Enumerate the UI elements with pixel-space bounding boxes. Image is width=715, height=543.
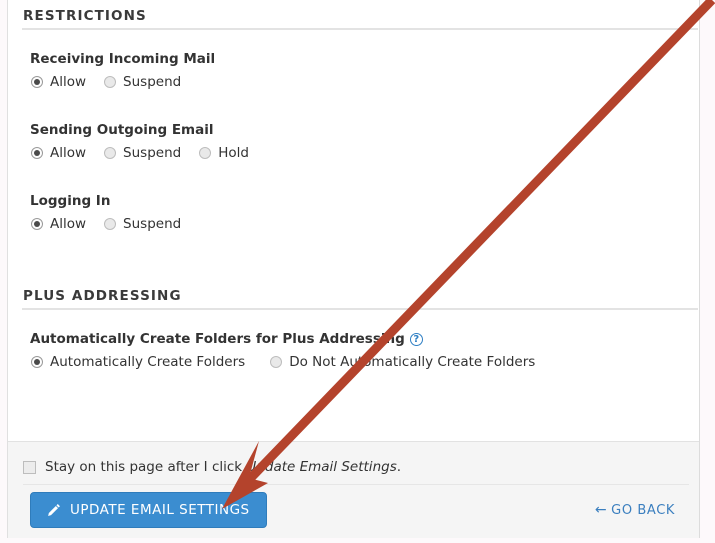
stay-on-page-checkbox-row[interactable]: Stay on this page after I click Update E… <box>23 459 401 475</box>
update-email-settings-button-label: UPDATE EMAIL SETTINGS <box>70 502 250 518</box>
section-title-restrictions: RESTRICTIONS <box>23 8 147 24</box>
radio-icon-receiving-suspend[interactable] <box>104 76 117 88</box>
stay-on-page-emphasis: Update Email Settings <box>246 459 397 475</box>
radio-option-auto-create-folders[interactable]: Automatically Create Folders <box>31 354 245 370</box>
update-email-settings-button[interactable]: UPDATE EMAIL SETTINGS <box>30 492 267 528</box>
radio-icon-do-not-auto-create-folders[interactable] <box>270 356 283 368</box>
field-label-logging-in: Logging In <box>30 193 111 209</box>
radio-group-plus-addressing: Automatically Create Folders Do Not Auto… <box>31 354 553 370</box>
radio-option-sending-hold[interactable]: Hold <box>199 145 249 161</box>
stay-on-page-text-before: Stay on this page after I click <box>45 459 247 475</box>
stay-on-page-text-after: . <box>396 459 402 475</box>
radio-label-receiving-suspend: Suspend <box>123 74 182 90</box>
radio-option-sending-allow[interactable]: Allow <box>31 145 86 161</box>
radio-icon-sending-hold[interactable] <box>199 147 212 159</box>
radio-label-receiving-allow: Allow <box>50 74 87 90</box>
field-label-sending-outgoing-email: Sending Outgoing Email <box>30 122 214 138</box>
stay-on-page-checkbox[interactable] <box>23 460 36 474</box>
radio-group-logging-in: Allow Suspend <box>31 216 199 232</box>
radio-icon-receiving-allow[interactable] <box>31 76 43 88</box>
pencil-icon <box>47 503 61 517</box>
radio-label-logging-suspend: Suspend <box>123 216 182 232</box>
field-label-receiving-incoming-mail: Receiving Incoming Mail <box>30 51 216 67</box>
radio-option-receiving-suspend[interactable]: Suspend <box>104 74 181 90</box>
radio-icon-logging-allow[interactable] <box>31 218 43 230</box>
section-divider-plus-addressing <box>22 308 698 310</box>
field-label-auto-create-folders: Automatically Create Folders for Plus Ad… <box>30 331 423 347</box>
radio-label-auto-create-folders: Automatically Create Folders <box>50 354 246 370</box>
radio-label-sending-suspend: Suspend <box>123 145 182 161</box>
email-settings-panel: RESTRICTIONS Receiving Incoming Mail All… <box>7 0 700 538</box>
footer-divider <box>23 484 689 485</box>
panel-body: RESTRICTIONS Receiving Incoming Mail All… <box>8 0 699 441</box>
arrow-left-icon: ← <box>594 502 608 518</box>
go-back-label: GO BACK <box>611 503 675 518</box>
radio-label-do-not-auto-create-folders: Do Not Automatically Create Folders <box>289 354 536 370</box>
radio-label-logging-allow: Allow <box>50 216 87 232</box>
radio-option-logging-suspend[interactable]: Suspend <box>104 216 181 232</box>
help-icon[interactable]: ? <box>409 333 423 346</box>
radio-icon-sending-suspend[interactable] <box>104 147 117 159</box>
radio-icon-logging-suspend[interactable] <box>104 218 117 230</box>
radio-option-logging-allow[interactable]: Allow <box>31 216 86 232</box>
radio-icon-sending-allow[interactable] <box>31 147 43 159</box>
section-divider-restrictions <box>22 28 698 30</box>
radio-option-sending-suspend[interactable]: Suspend <box>104 145 181 161</box>
radio-label-sending-allow: Allow <box>50 145 87 161</box>
radio-group-receiving-incoming-mail: Allow Suspend <box>31 74 199 90</box>
radio-option-receiving-allow[interactable]: Allow <box>31 74 86 90</box>
radio-option-do-not-auto-create-folders[interactable]: Do Not Automatically Create Folders <box>270 354 535 370</box>
radio-group-sending-outgoing-email: Allow Suspend Hold <box>31 145 267 161</box>
stay-on-page-label: Stay on this page after I click Update E… <box>45 459 401 475</box>
go-back-link[interactable]: ← GO BACK <box>595 502 675 518</box>
section-title-plus-addressing: PLUS ADDRESSING <box>23 288 182 304</box>
radio-label-sending-hold: Hold <box>218 145 249 161</box>
radio-icon-auto-create-folders[interactable] <box>31 356 43 368</box>
field-label-auto-create-folders-text: Automatically Create Folders for Plus Ad… <box>30 331 405 347</box>
